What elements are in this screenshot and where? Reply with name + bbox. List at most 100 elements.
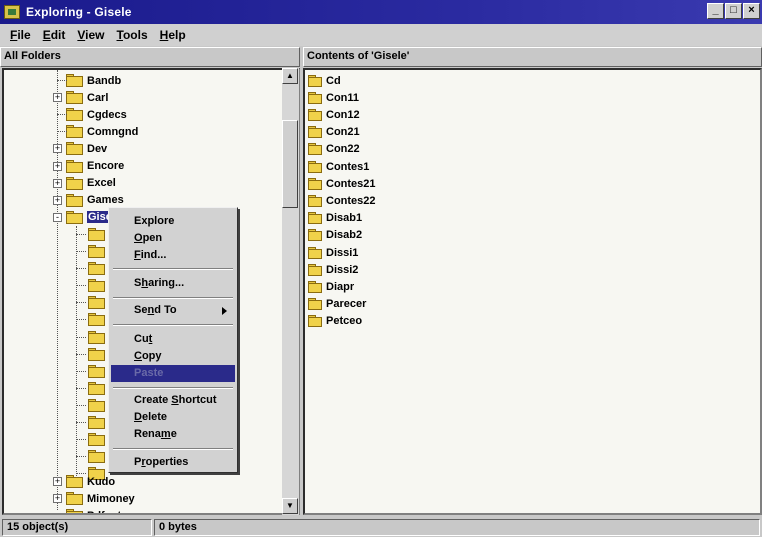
tree-subfolder[interactable] [88,329,109,346]
context-item-open[interactable]: Open [111,230,235,247]
content-folder-label: Contes21 [326,177,376,190]
context-item-delete[interactable]: Delete [111,409,235,426]
expand-icon[interactable]: + [53,195,62,205]
tree-item-label: Pdfnets [87,510,127,513]
folder-icon [66,492,83,506]
content-folder-item[interactable]: Con21 [308,124,360,141]
context-item-send-to[interactable]: Send To [111,302,235,319]
tree-item-bandb[interactable]: Bandb [66,72,121,89]
content-folder-label: Con21 [326,126,360,139]
scroll-down-button[interactable]: ▼ [282,498,298,514]
content-folder-item[interactable]: Disab2 [308,227,362,244]
content-folder-item[interactable]: Petceo [308,313,362,330]
explorer-app-icon[interactable] [4,5,20,19]
content-folder-item[interactable]: Cd [308,72,341,89]
menu-file[interactable]: File [4,28,37,42]
tree-item-label: Encore [87,160,125,172]
content-folder-label: Cd [326,74,341,87]
context-item-create-shortcut[interactable]: Create Shortcut [111,392,235,409]
expand-icon[interactable]: + [53,161,62,171]
folder-icon [88,227,105,241]
context-item-explore[interactable]: Explore [111,213,235,230]
context-item-find[interactable]: Find... [111,247,235,264]
menu-separator [113,297,233,299]
content-folder-item[interactable]: Con11 [308,89,359,106]
folder-icon [88,313,105,327]
tree-subfolder[interactable] [88,414,109,431]
window-controls: _ □ × [707,3,760,19]
tree-item-kudo[interactable]: Kudo [66,473,115,490]
content-folder-item[interactable]: Contes22 [308,192,376,209]
tree-item-mimoney[interactable]: Mimoney [66,490,135,507]
tree-subfolder[interactable] [88,311,109,328]
expand-icon[interactable]: + [53,494,62,504]
tree-subfolder[interactable] [88,294,109,311]
maximize-button[interactable]: □ [725,3,742,19]
tree-item-carl[interactable]: Carl [66,89,108,106]
context-item-sharing[interactable]: Sharing... [111,275,235,292]
content-folder-item[interactable]: Parecer [308,296,366,313]
expand-icon[interactable]: + [53,178,62,188]
expand-icon[interactable]: + [53,144,62,154]
content-folder-item[interactable]: Contes1 [308,158,369,175]
submenu-arrow-icon [222,307,227,315]
tree-subfolder[interactable] [88,363,109,380]
menu-tools[interactable]: Tools [111,28,154,42]
context-item-properties[interactable]: Properties [111,454,235,471]
tree-item-label: Excel [87,177,116,190]
menu-view[interactable]: View [71,28,110,42]
folder-icon [66,176,83,190]
folder-icon [308,91,322,104]
content-folder-item[interactable]: Contes21 [308,175,376,192]
content-folder-label: Con11 [326,91,360,104]
folder-icon [88,398,105,412]
content-folder-item[interactable]: Dissi2 [308,261,358,278]
contents-pane[interactable]: Cd Con11 Con12 Con21 Con22 Contes1 Contes21 Con… [303,68,762,515]
minimize-button[interactable]: _ [707,3,724,19]
tree-subfolder[interactable] [88,380,109,397]
scroll-up-button[interactable]: ▲ [282,68,298,84]
menu-edit[interactable]: Edit [37,28,72,42]
context-item-cut[interactable]: Cut [111,331,235,348]
tree-subfolder[interactable] [88,243,109,260]
menu-separator [113,268,233,270]
context-item-copy[interactable]: Copy [111,348,235,365]
folder-icon [66,74,83,87]
tree-subfolder[interactable] [88,346,109,363]
content-folder-item[interactable]: Dissi1 [308,244,358,261]
tree-item-encore[interactable]: Encore [66,158,124,175]
tree-subfolder[interactable] [88,226,109,243]
folder-icon [308,143,322,156]
close-button[interactable]: × [743,3,760,19]
tree-subfolder[interactable] [88,431,109,448]
folder-icon [66,142,83,156]
tree-scrollbar[interactable]: ▲ ▼ [282,68,299,515]
content-folder-item[interactable]: Disab1 [308,210,362,227]
folder-icon [308,177,322,190]
content-folder-label: Disab1 [326,212,363,225]
content-folder-label: Parecer [326,298,367,311]
tree-subfolder[interactable] [88,277,109,294]
tree-subfolder[interactable] [88,260,109,277]
content-folder-item[interactable]: Diapr [308,278,354,295]
tree-item-comngnd[interactable]: Comngnd [66,123,138,140]
tree-item-cgdecs[interactable]: Cgdecs [66,106,127,123]
tree-item-excel[interactable]: Excel [66,175,116,192]
content-folder-item[interactable]: Con22 [308,141,360,158]
tree-item-pdfnets[interactable]: Pdfnets [66,507,127,513]
context-item-rename[interactable]: Rename [111,426,235,443]
tree-subfolder[interactable] [88,397,109,414]
context-item-paste[interactable]: Paste [111,365,235,382]
tree-subfolder[interactable] [88,448,109,465]
content-folder-item[interactable]: Con12 [308,106,360,123]
scroll-thumb[interactable] [282,120,298,208]
collapse-icon[interactable]: - [53,212,62,222]
tree-item-label: Cgdecs [87,108,127,121]
expand-icon[interactable]: + [53,93,62,103]
folder-icon [88,262,105,276]
tree-item-dev[interactable]: Dev [66,140,107,157]
title-bar[interactable]: Exploring - Gisele _ □ × [0,0,762,24]
window-title: Exploring - Gisele [26,5,132,19]
menu-help[interactable]: Help [154,28,192,42]
expand-icon[interactable]: + [53,477,62,486]
